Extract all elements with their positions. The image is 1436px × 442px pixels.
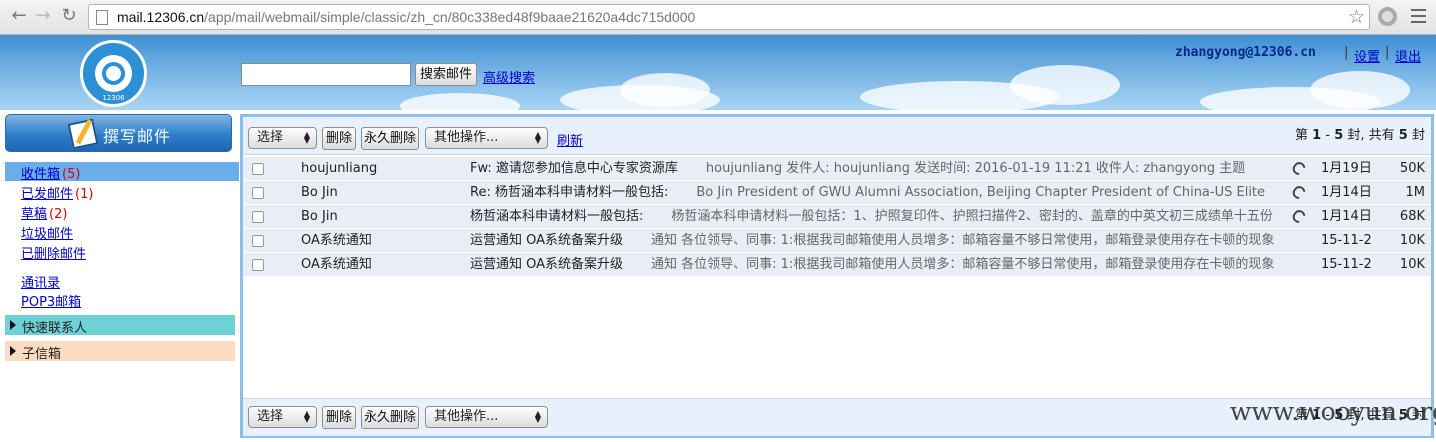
folder-sent[interactable]: 已发邮件 (1) <box>21 183 93 202</box>
folder-deleted[interactable]: 已删除邮件 <box>21 243 86 262</box>
back-arrow-icon[interactable]: ← <box>8 5 30 27</box>
attachment-icon <box>1290 207 1308 226</box>
message-row[interactable]: Bo Jin 杨哲涵本科申请材料一般包括: 杨哲涵本科申请材料一般包括：1、护照复… <box>243 205 1431 229</box>
permanent-delete-button[interactable]: 永久删除 <box>361 127 419 150</box>
separator: | <box>1344 45 1349 60</box>
compose-button[interactable]: 撰写邮件 <box>5 114 232 152</box>
folder-drafts[interactable]: 草稿 (2) <box>21 203 67 222</box>
bookmark-star-icon[interactable]: ☆ <box>1348 6 1365 28</box>
contacts-link[interactable]: 通讯录 <box>21 272 60 291</box>
browser-toolbar: ← → ↻ mail.12306.cn/app/mail/webmail/sim… <box>0 0 1436 35</box>
message-size: 10K <box>1399 233 1425 248</box>
message-size: 1M <box>1405 185 1426 200</box>
forward-arrow-icon[interactable]: → <box>32 5 54 27</box>
message-date: 1月14日 <box>1321 185 1372 200</box>
message-row[interactable]: OA系统通知 运营通知 OA系统备案升级 通知 各位领导、同事: 1:根据我司邮箱… <box>243 253 1431 277</box>
logout-link[interactable]: 退出 <box>1395 46 1421 65</box>
refresh-link[interactable]: 刷新 <box>557 130 583 149</box>
separator: | <box>1385 45 1390 60</box>
message-date: 15-11-2 <box>1321 257 1372 272</box>
select-dropdown[interactable]: 选择 ▲ ▼ <box>248 127 317 149</box>
message-row[interactable]: houjunliang Fw: 邀请您参加信息中心专家资源库 houjunlian… <box>243 157 1431 181</box>
mail-header: 12306 搜索邮件 高级搜索 zhangyong@12306.cn | 设置 … <box>0 35 1436 110</box>
message-size: 68K <box>1399 209 1425 224</box>
folder-inbox[interactable]: 收件箱 (5) <box>21 163 80 182</box>
address-bar[interactable]: mail.12306.cn/app/mail/webmail/simple/cl… <box>88 4 1370 30</box>
delete-button[interactable]: 删除 <box>322 406 356 429</box>
message-checkbox[interactable] <box>252 235 264 247</box>
message-size: 50K <box>1399 161 1425 176</box>
message-subject[interactable]: 运营通知 OA系统备案升级 通知 各位领导、同事: 1:根据我司邮箱使用人员增多：… <box>470 229 1290 252</box>
message-row[interactable]: OA系统通知 运营通知 OA系统备案升级 通知 各位领导、同事: 1:根据我司邮箱… <box>243 229 1431 253</box>
message-date: 1月14日 <box>1321 209 1372 224</box>
pen-paper-icon <box>67 118 99 150</box>
menu-icon[interactable] <box>1411 9 1426 27</box>
advanced-search-link[interactable]: 高级搜索 <box>483 67 535 86</box>
settings-link[interactable]: 设置 <box>1354 46 1380 65</box>
attachment-icon <box>1290 183 1308 202</box>
folder-spam[interactable]: 垃圾邮件 <box>21 223 73 242</box>
message-subject[interactable]: 杨哲涵本科申请材料一般包括: 杨哲涵本科申请材料一般包括：1、护照复印件、护照扫描… <box>470 205 1290 228</box>
other-operations-dropdown[interactable]: 其他操作... ▲ ▼ <box>425 127 548 149</box>
site-logo: 12306 <box>80 40 147 107</box>
reload-icon[interactable]: ↻ <box>58 5 80 27</box>
extension-icon[interactable] <box>1378 7 1397 26</box>
message-size: 10K <box>1399 257 1425 272</box>
quick-contacts-toggle[interactable]: 快速联系人 <box>5 315 235 336</box>
message-sender: Bo Jin <box>301 209 338 224</box>
message-date: 15-11-2 <box>1321 233 1372 248</box>
message-sender: OA系统通知 <box>301 233 372 248</box>
permanent-delete-button[interactable]: 永久删除 <box>361 406 419 429</box>
pop3-link[interactable]: POP3邮箱 <box>21 291 81 310</box>
delete-button[interactable]: 删除 <box>322 127 356 150</box>
search-button[interactable]: 搜索邮件 <box>415 63 477 86</box>
message-checkbox[interactable] <box>252 187 264 199</box>
select-dropdown[interactable]: 选择 ▲ ▼ <box>248 406 317 428</box>
pager-info: 第 1 - 5 封, 共有 5 封 <box>1295 128 1425 143</box>
expand-triangle-icon <box>10 346 16 356</box>
user-email: zhangyong@12306.cn <box>1175 45 1316 60</box>
message-list-panel: 选择 ▲ ▼ 删除 永久删除 其他操作... ▲ ▼ 刷新 第 1 - 5 封, 共有 … <box>240 114 1434 438</box>
message-sender: Bo Jin <box>301 185 338 200</box>
message-sender: OA系统通知 <box>301 257 372 272</box>
other-operations-dropdown[interactable]: 其他操作... ▲ ▼ <box>425 406 548 428</box>
message-date: 1月19日 <box>1321 161 1372 176</box>
message-checkbox[interactable] <box>252 259 264 271</box>
message-checkbox[interactable] <box>252 163 264 175</box>
attachment-icon <box>1290 159 1308 178</box>
subfolders-toggle[interactable]: 子信箱 <box>5 341 235 362</box>
message-row[interactable]: Bo Jin Re: 杨哲涵本科申请材料一般包括: Bo Jin Presiden… <box>243 181 1431 205</box>
page-icon <box>96 10 108 25</box>
list-toolbar-top: 选择 ▲ ▼ 删除 永久删除 其他操作... ▲ ▼ 刷新 第 1 - 5 封, 共有 … <box>243 117 1431 155</box>
url-text: mail.12306.cn/app/mail/webmail/simple/cl… <box>117 9 696 25</box>
message-subject[interactable]: Fw: 邀请您参加信息中心专家资源库 houjunliang 发件人: houju… <box>470 157 1290 180</box>
message-subject[interactable]: Re: 杨哲涵本科申请材料一般包括: Bo Jin President of GW… <box>470 181 1290 204</box>
message-checkbox[interactable] <box>252 211 264 223</box>
expand-triangle-icon <box>10 320 16 330</box>
watermark: www.wooyun.org <box>1230 397 1436 426</box>
message-sender: houjunliang <box>301 161 378 176</box>
search-input[interactable] <box>241 63 411 86</box>
message-subject[interactable]: 运营通知 OA系统备案升级 通知 各位领导、同事: 1:根据我司邮箱使用人员增多：… <box>470 253 1290 276</box>
